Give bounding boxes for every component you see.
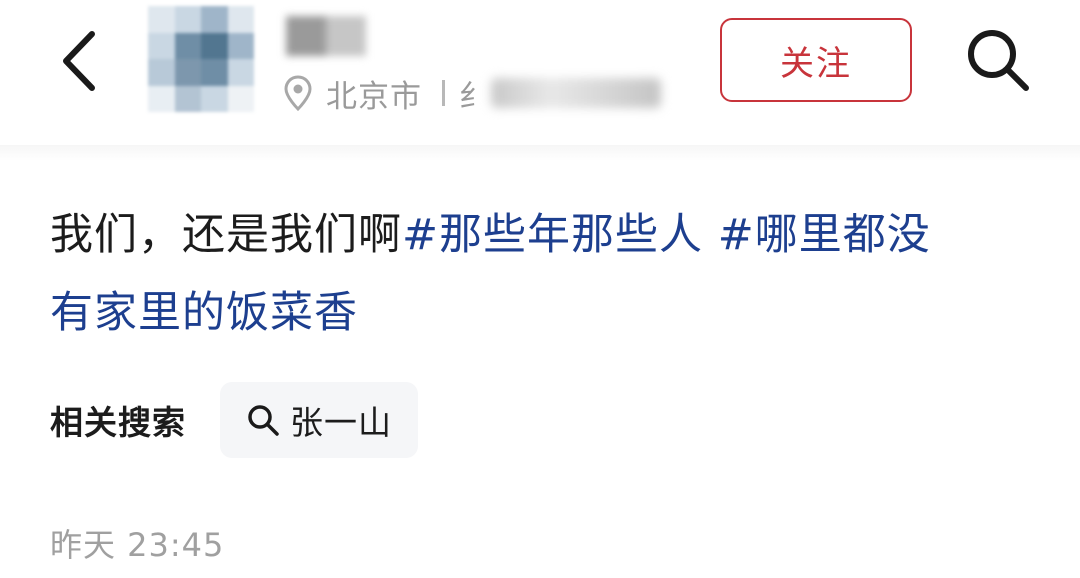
location-row: 北京市 纟 bbox=[284, 68, 661, 118]
post-line-2: 有家里的饭菜香 bbox=[50, 274, 1030, 352]
post-content: 我们，还是我们啊#那些年那些人 #哪里都没 有家里的饭菜香 bbox=[50, 196, 1030, 352]
header-divider bbox=[0, 145, 1080, 161]
location-separator bbox=[442, 80, 445, 106]
search-icon bbox=[248, 405, 279, 436]
post-timestamp: 昨天 23:45 bbox=[50, 526, 225, 564]
chevron-left-icon[interactable] bbox=[52, 28, 112, 94]
username-blurred[interactable] bbox=[286, 16, 366, 56]
post-header: 北京市 纟 关注 bbox=[0, 0, 1080, 145]
location-partial: 纟 bbox=[459, 78, 491, 115]
post-plain-text: 我们，还是我们啊 bbox=[50, 210, 402, 260]
related-search-label: 相关搜索 bbox=[50, 403, 186, 442]
follow-button[interactable]: 关注 bbox=[720, 18, 912, 102]
search-icon[interactable] bbox=[962, 24, 1034, 96]
location-pin-icon bbox=[284, 75, 312, 111]
post-line-1: 我们，还是我们啊#那些年那些人 #哪里都没 bbox=[50, 196, 1030, 274]
hashtag-link-continued[interactable]: 有家里的饭菜香 bbox=[50, 288, 358, 338]
location-city: 北京市 bbox=[326, 78, 422, 115]
related-search-chip[interactable]: 张一山 bbox=[220, 382, 418, 458]
avatar[interactable] bbox=[148, 6, 254, 112]
hashtag-link[interactable]: #那些年那些人 #哪里都没 bbox=[402, 210, 931, 260]
related-search-row: 相关搜索 张一山 bbox=[50, 382, 418, 458]
location-detail-blurred bbox=[491, 78, 661, 108]
related-search-chip-text: 张一山 bbox=[290, 403, 392, 442]
